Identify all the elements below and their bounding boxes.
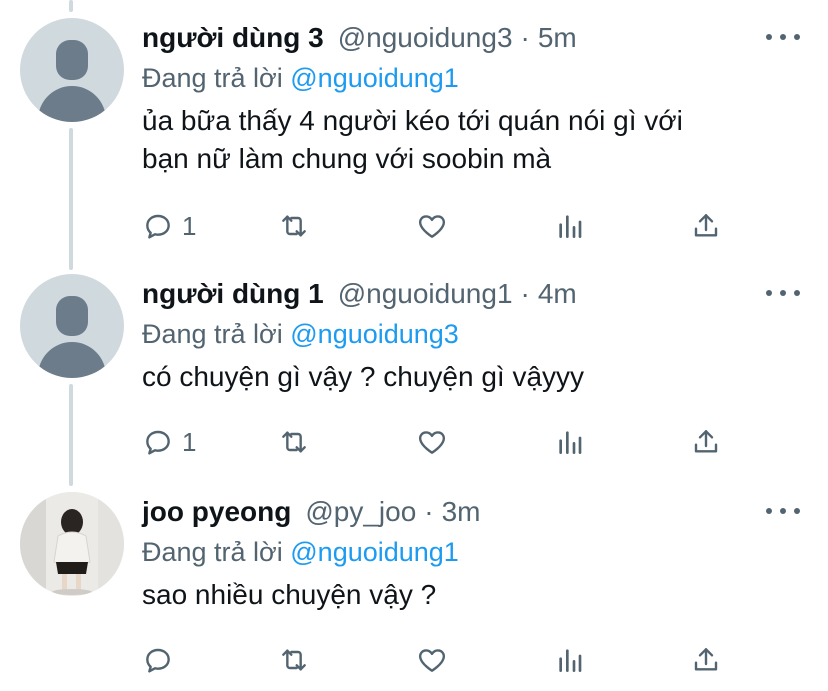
share-button[interactable]	[690, 422, 722, 462]
replying-to: Đang trả lời @nguoidung3	[142, 314, 808, 354]
more-options-icon[interactable]	[766, 496, 800, 526]
more-options-icon[interactable]	[766, 278, 800, 308]
mention-link[interactable]: @nguoidung1	[290, 63, 459, 93]
analytics-button[interactable]	[554, 422, 586, 462]
thread-line	[69, 384, 73, 486]
timestamp[interactable]: 3m	[442, 496, 481, 528]
share-icon	[694, 648, 718, 671]
reply-button[interactable]: 1	[142, 206, 196, 246]
retweet-button[interactable]	[278, 422, 310, 462]
replying-to: Đang trả lời @nguoidung1	[142, 532, 808, 572]
thread-line	[69, 128, 73, 270]
user-handle[interactable]: @nguoidung1	[338, 278, 513, 310]
like-button[interactable]	[416, 422, 448, 462]
heart-icon	[418, 431, 446, 454]
replying-to-label: Đang trả lời	[142, 319, 291, 349]
tweet-text-line: bạn nữ làm chung với soobin mà	[142, 143, 552, 174]
tweet-text-line: ủa bữa thấy 4 người kéo tới quán nói gì …	[142, 105, 683, 136]
analytics-button[interactable]	[554, 206, 586, 246]
display-name[interactable]: joo pyeong	[142, 496, 291, 528]
heart-icon	[418, 649, 446, 672]
analytics-icon	[559, 649, 582, 672]
reply-button[interactable]	[142, 640, 182, 680]
tweet-text: có chuyện gì vậy ? chuyện gì vậyyy	[142, 358, 808, 396]
like-button[interactable]	[416, 206, 448, 246]
separator-dot: ·	[424, 496, 434, 527]
retweet-icon	[282, 215, 306, 237]
more-options-icon[interactable]	[766, 22, 800, 52]
mention-link[interactable]: @nguoidung1	[290, 537, 459, 567]
thread-line	[69, 0, 73, 12]
timestamp[interactable]: 5m	[538, 22, 577, 54]
retweet-icon	[282, 649, 306, 671]
reply-count: 1	[182, 210, 197, 241]
retweet-button[interactable]	[278, 640, 310, 680]
reply-button[interactable]: 1	[142, 422, 196, 462]
timestamp[interactable]: 4m	[538, 278, 577, 310]
reply-icon	[146, 430, 170, 455]
retweet-icon	[282, 431, 306, 453]
separator-dot: ·	[520, 278, 530, 309]
default-avatar-icon[interactable]	[20, 18, 124, 122]
tweet-actions: 1	[142, 206, 742, 246]
profile-photo-image	[20, 492, 124, 596]
tweet-actions	[142, 640, 742, 680]
reply-icon	[146, 214, 170, 239]
reply-icon	[146, 648, 170, 673]
tweet-text: sao nhiều chuyện vậy ?	[142, 576, 808, 614]
user-handle[interactable]: @nguoidung3	[338, 22, 513, 54]
heart-icon	[418, 215, 446, 238]
tweet-text: ủa bữa thấy 4 người kéo tới quán nói gì …	[142, 102, 808, 178]
share-button[interactable]	[690, 640, 722, 680]
replying-to: Đang trả lời @nguoidung1	[142, 58, 808, 98]
mention-link[interactable]: @nguoidung3	[290, 319, 459, 349]
tweet-text-line: có chuyện gì vậy ? chuyện gì vậyyy	[142, 361, 585, 392]
display-name[interactable]: người dùng 1	[142, 278, 324, 310]
profile-photo[interactable]	[20, 492, 124, 596]
like-button[interactable]	[416, 640, 448, 680]
share-icon	[694, 430, 718, 453]
share-button[interactable]	[690, 206, 722, 246]
tweet-text-line: sao nhiều chuyện vậy ?	[142, 579, 437, 610]
share-icon	[694, 214, 718, 237]
separator-dot: ·	[520, 22, 530, 53]
analytics-icon	[559, 215, 582, 238]
reply-count: 1	[182, 426, 197, 457]
default-avatar-icon[interactable]	[20, 274, 124, 378]
replying-to-label: Đang trả lời	[142, 63, 291, 93]
analytics-button[interactable]	[554, 640, 586, 680]
user-handle[interactable]: @py_joo	[305, 496, 416, 528]
replying-to-label: Đang trả lời	[142, 537, 291, 567]
tweet-actions: 1	[142, 422, 742, 462]
analytics-icon	[559, 431, 582, 454]
display-name[interactable]: người dùng 3	[142, 22, 324, 54]
retweet-button[interactable]	[278, 206, 310, 246]
